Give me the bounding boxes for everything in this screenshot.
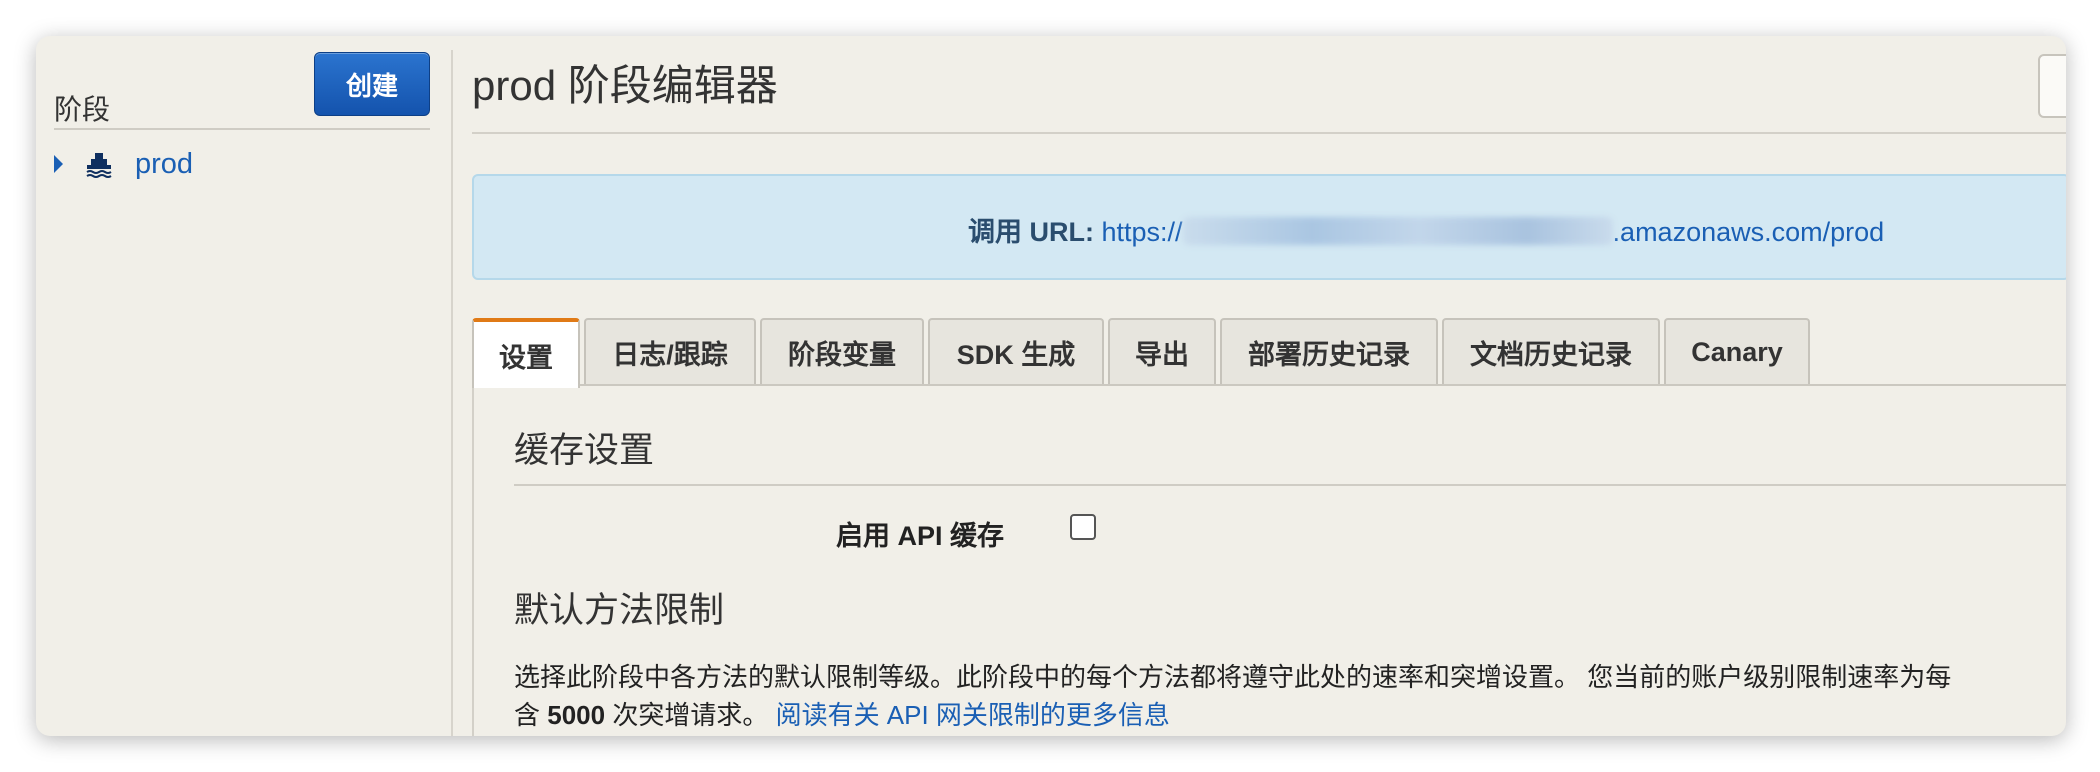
sidebar-divider xyxy=(451,50,453,736)
stage-editor: prod 阶段编辑器 调用 URL: https:// .amazonaws.co… xyxy=(472,36,2066,736)
stage-label[interactable]: prod xyxy=(135,148,193,181)
panel-border xyxy=(472,384,474,736)
page-title: prod 阶段编辑器 xyxy=(472,62,778,109)
stage-icon xyxy=(86,153,112,178)
enable-api-cache-checkbox[interactable] xyxy=(1070,514,1096,540)
burst-value: 5000 xyxy=(547,700,606,730)
tab-logs-tracing[interactable]: 日志/跟踪 xyxy=(584,318,756,384)
header-action-button[interactable] xyxy=(2038,54,2066,118)
throttling-description: 选择此阶段中各方法的默认限制等级。此阶段中的每个方法都将遵守此处的速率和突增设置… xyxy=(514,658,2066,734)
tab-settings[interactable]: 设置 xyxy=(472,318,580,388)
sidebar-title: 阶段 xyxy=(54,94,111,125)
desc-text: 次突增请求。 xyxy=(612,700,769,730)
invoke-url-text: 调用 URL: https:// .amazonaws.com/prod xyxy=(968,210,1884,249)
tab-canary[interactable]: Canary xyxy=(1664,318,1810,384)
cache-section-divider xyxy=(514,484,2066,486)
tab-export[interactable]: 导出 xyxy=(1108,318,1216,384)
settings-panel: 缓存设置 启用 API 缓存 默认方法限制 选择此阶段中各方法的默认限制等级。此… xyxy=(472,384,2066,736)
tab-documentation-history[interactable]: 文档历史记录 xyxy=(1442,318,1660,384)
stages-sidebar: 阶段 创建 prod xyxy=(36,36,452,736)
invoke-url-suffix[interactable]: .amazonaws.com/prod xyxy=(1613,217,1885,247)
tab-stage-variables[interactable]: 阶段变量 xyxy=(760,318,924,384)
invoke-url-link[interactable]: https:// .amazonaws.com/prod xyxy=(1102,217,1885,247)
stage-tabs: 设置 日志/跟踪 阶段变量 SDK 生成 导出 部署历史记录 文档历史记录 Ca… xyxy=(472,318,2066,388)
throttling-learn-more-link[interactable]: 阅读有关 API 网关限制的更多信息 xyxy=(776,700,1170,730)
cache-settings-heading: 缓存设置 xyxy=(514,431,655,470)
method-throttling-heading: 默认方法限制 xyxy=(514,591,725,630)
invoke-url-label: 调用 URL: xyxy=(968,217,1094,247)
desc-text: 含 xyxy=(514,700,541,730)
console-window: 阶段 创建 prod prod 阶段编辑器 调用 URL: https:// .a… xyxy=(36,36,2066,736)
redacted-host xyxy=(1182,217,1613,245)
invoke-url-prefix[interactable]: https:// xyxy=(1102,217,1183,247)
title-divider xyxy=(472,132,2066,134)
tab-deployment-history[interactable]: 部署历史记录 xyxy=(1220,318,1438,384)
enable-api-cache-label: 启用 API 缓存 xyxy=(836,521,1005,551)
create-button[interactable]: 创建 xyxy=(314,52,430,116)
tab-sdk-generation[interactable]: SDK 生成 xyxy=(928,318,1104,384)
expand-caret-icon[interactable] xyxy=(54,155,63,173)
throttling-desc-line2: 含 5000 次突增请求。 阅读有关 API 网关限制的更多信息 xyxy=(514,696,2066,734)
sidebar-header: 阶段 创建 xyxy=(54,52,430,130)
stage-tree-item-prod[interactable]: prod xyxy=(54,144,193,184)
invoke-url-banner: 调用 URL: https:// .amazonaws.com/prod xyxy=(472,174,2066,280)
throttling-desc-line1: 选择此阶段中各方法的默认限制等级。此阶段中的每个方法都将遵守此处的速率和突增设置… xyxy=(514,662,1952,692)
